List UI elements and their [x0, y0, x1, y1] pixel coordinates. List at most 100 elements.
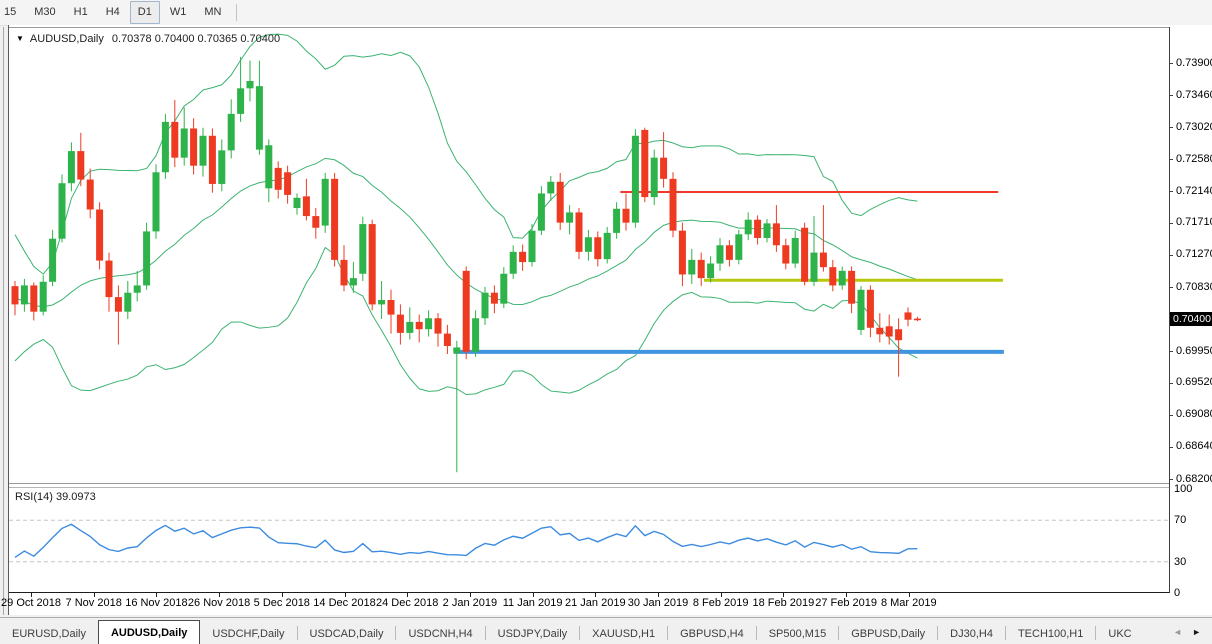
candle-body [829, 267, 836, 285]
price-axis-tick [1169, 479, 1173, 480]
date-axis-label: 18 Feb 2019 [753, 597, 815, 609]
candle [594, 231, 601, 266]
candle [641, 128, 648, 202]
candle [867, 285, 874, 337]
candle-body [735, 234, 742, 260]
candle-body [500, 274, 507, 304]
chart-tab-eurusd-daily[interactable]: EURUSD,Daily [0, 623, 98, 644]
candle-body [482, 293, 489, 319]
candle [143, 223, 150, 290]
candle [162, 114, 169, 179]
price-chart-canvas[interactable] [9, 25, 1212, 615]
candle [247, 61, 254, 102]
chart-tab-usdchf-daily[interactable]: USDCHF,Daily [200, 623, 296, 644]
bollinger-upper-band [15, 34, 917, 274]
timeframe-button-m30[interactable]: M30 [26, 1, 63, 24]
main-pane[interactable] [12, 34, 1004, 472]
candle [200, 128, 207, 177]
symbol-dropdown-icon[interactable]: ▼ [16, 34, 24, 43]
candle-body [519, 252, 526, 262]
candle [124, 281, 131, 319]
candle-body [792, 238, 799, 264]
candle [341, 245, 348, 291]
candle-body [124, 293, 131, 312]
tab-scroll-right-icon[interactable]: ► [1187, 627, 1206, 637]
candle [115, 285, 122, 344]
price-axis-label: 0.72580 [1176, 153, 1212, 165]
candle [632, 129, 639, 228]
chart-tab-dj30-h4[interactable]: DJ30,H4 [938, 623, 1005, 644]
chart-tab-usdcnh-h4[interactable]: USDCNH,H4 [396, 623, 484, 644]
candle-body [153, 172, 160, 231]
timeframe-button-d1[interactable]: D1 [130, 1, 160, 24]
pane-splitter[interactable] [9, 483, 1169, 484]
rsi-pane-top-border [9, 487, 1169, 488]
timeframe-button-mn[interactable]: MN [196, 1, 229, 24]
candle [491, 285, 498, 313]
chart-tab-usdcad-daily[interactable]: USDCAD,Daily [298, 623, 396, 644]
candle [350, 262, 357, 293]
candle [406, 307, 413, 339]
rsi-axis-label: 0 [1174, 587, 1180, 599]
candle-body [322, 179, 329, 226]
candle [858, 286, 865, 335]
candle-body [416, 322, 423, 329]
price-axis-tick [1169, 447, 1173, 448]
chart-tab-ukc-partial[interactable]: UKC [1096, 623, 1143, 644]
candle [87, 169, 94, 219]
rsi-pane[interactable] [9, 520, 1169, 562]
candle-body [265, 145, 272, 188]
candle [745, 212, 752, 240]
candle [444, 325, 451, 354]
chart-tab-gbpusd-h4[interactable]: GBPUSD,H4 [668, 623, 756, 644]
chart-tab-usdjpy-daily[interactable]: USDJPY,Daily [486, 623, 580, 644]
date-axis-label: 8 Mar 2019 [881, 597, 937, 609]
candle [153, 164, 160, 238]
candle-body [256, 86, 263, 150]
candle [12, 281, 19, 315]
candle [416, 315, 423, 343]
price-axis-label: 0.72140 [1176, 185, 1212, 197]
candle-body [801, 228, 808, 282]
candle [623, 193, 630, 230]
candle [566, 205, 573, 234]
timeframe-button-h4[interactable]: H4 [98, 1, 128, 24]
candle-body [576, 212, 583, 251]
candle-body [312, 216, 319, 228]
chart-tab-audusd-daily[interactable]: AUDUSD,Daily [98, 620, 200, 644]
rsi-curve [15, 524, 917, 557]
timeframe-button-h1[interactable]: H1 [66, 1, 96, 24]
candle-body [529, 231, 536, 262]
candle-body [538, 193, 545, 230]
date-axis-label: 2 Jan 2019 [443, 597, 497, 609]
candle-body [209, 136, 216, 184]
candle [463, 266, 470, 359]
candle [435, 313, 442, 347]
candle [717, 238, 724, 271]
toolbar-separator [236, 4, 237, 21]
candle [134, 271, 141, 302]
timeframe-button-w1[interactable]: W1 [162, 1, 195, 24]
price-axis-tick [1169, 351, 1173, 352]
candle-body [707, 264, 714, 279]
date-axis-label: 26 Nov 2018 [188, 597, 250, 609]
tab-scroll-left-icon[interactable]: ◄ [1168, 627, 1187, 637]
pane-top-border [9, 27, 1169, 28]
candle-body [698, 260, 705, 278]
timeframe-button-m15[interactable]: 15 [0, 1, 24, 24]
candle-body [594, 237, 601, 259]
chart-tab-gbpusd-daily[interactable]: GBPUSD,Daily [839, 623, 937, 644]
price-axis-tick [1169, 127, 1173, 128]
candle-body [745, 220, 752, 235]
chart-tab-sp500-m15[interactable]: SP500,M15 [757, 623, 838, 644]
candle-body [284, 172, 291, 195]
candle-body [491, 293, 498, 304]
chart-tab-xauusd-h1[interactable]: XAUUSD,H1 [580, 623, 667, 644]
candle-body [406, 322, 413, 333]
candle [848, 266, 855, 313]
candle [698, 253, 705, 287]
price-axis-tick [1169, 255, 1173, 256]
rsi-axis-label: 70 [1174, 514, 1186, 526]
chart-tab-tech100-h1[interactable]: TECH100,H1 [1006, 623, 1095, 644]
candle-body [472, 318, 479, 352]
